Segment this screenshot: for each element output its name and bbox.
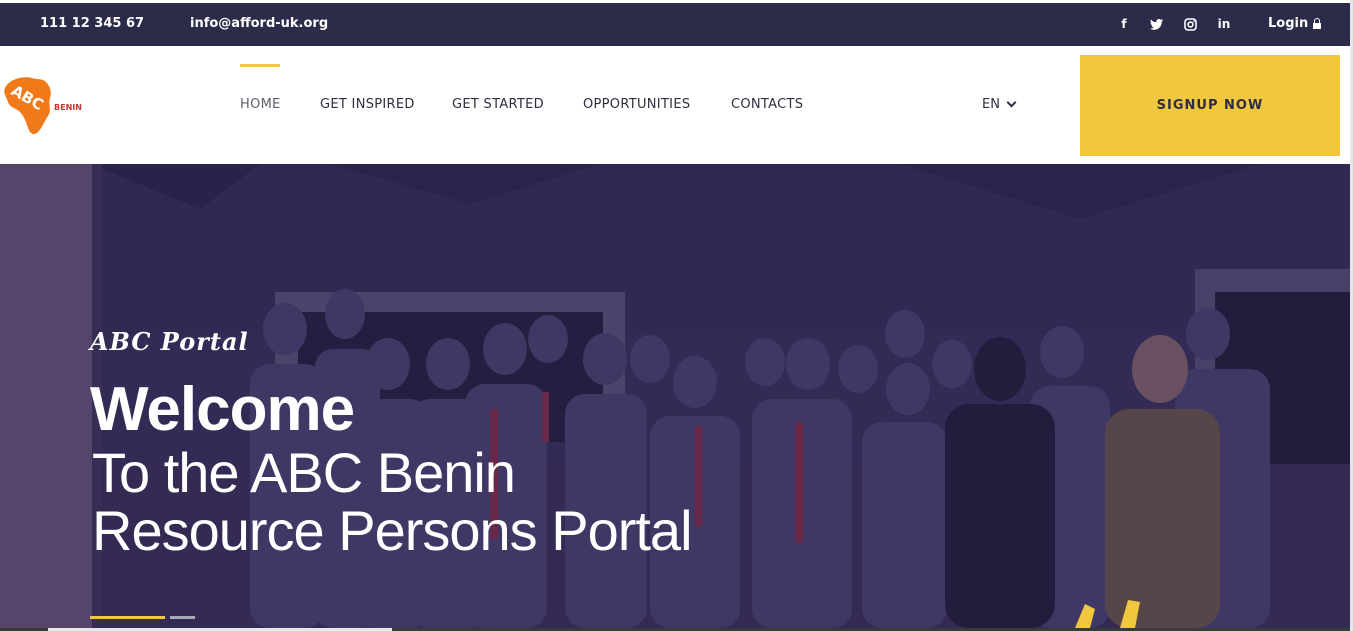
lock-icon: [1313, 17, 1322, 29]
twitter-icon[interactable]: [1147, 15, 1165, 33]
linkedin-icon[interactable]: in: [1215, 15, 1233, 33]
slide-indicator[interactable]: [170, 616, 195, 619]
top-bar: 111 12 345 67 info@afford-uk.org f in Lo…: [0, 3, 1350, 46]
signup-button[interactable]: SIGNUP NOW: [1080, 55, 1340, 156]
hero-tagline: ABC Portal: [90, 327, 249, 356]
active-nav-indicator: [240, 64, 280, 67]
login-label: Login: [1268, 16, 1309, 31]
nav-get-started[interactable]: GET STARTED: [452, 97, 544, 112]
logo-sub: BENIN: [54, 103, 82, 112]
slide-indicator-active[interactable]: [90, 616, 165, 619]
login-link[interactable]: Login: [1268, 16, 1322, 31]
instagram-icon[interactable]: [1181, 15, 1199, 33]
hero-title: Welcome: [90, 375, 355, 444]
hero-banner: ABC Portal Welcome To the ABC Benin Reso…: [0, 164, 1350, 628]
email-link[interactable]: info@afford-uk.org: [190, 16, 328, 31]
hero-subtitle-line2: Resource Persons Portal: [92, 499, 693, 562]
nav-opportunities[interactable]: OPPORTUNITIES: [583, 97, 690, 112]
nav-home[interactable]: HOME: [240, 97, 281, 112]
hero-subtitle: To the ABC Benin Resource Persons Portal: [92, 441, 693, 562]
chevron-down-icon: [1006, 97, 1017, 108]
language-label: EN: [982, 97, 1000, 112]
facebook-icon[interactable]: f: [1115, 15, 1133, 33]
nav-contacts[interactable]: CONTACTS: [731, 97, 803, 112]
main-header: ABC BENIN HOME GET INSPIRED GET STARTED …: [0, 46, 1350, 164]
phone-number[interactable]: 111 12 345 67: [40, 16, 144, 31]
language-selector[interactable]: EN: [982, 97, 1017, 112]
hero-subtitle-line1: To the ABC Benin: [92, 441, 516, 504]
nav-get-inspired[interactable]: GET INSPIRED: [320, 97, 415, 112]
abc-benin-logo[interactable]: ABC BENIN: [2, 72, 86, 138]
